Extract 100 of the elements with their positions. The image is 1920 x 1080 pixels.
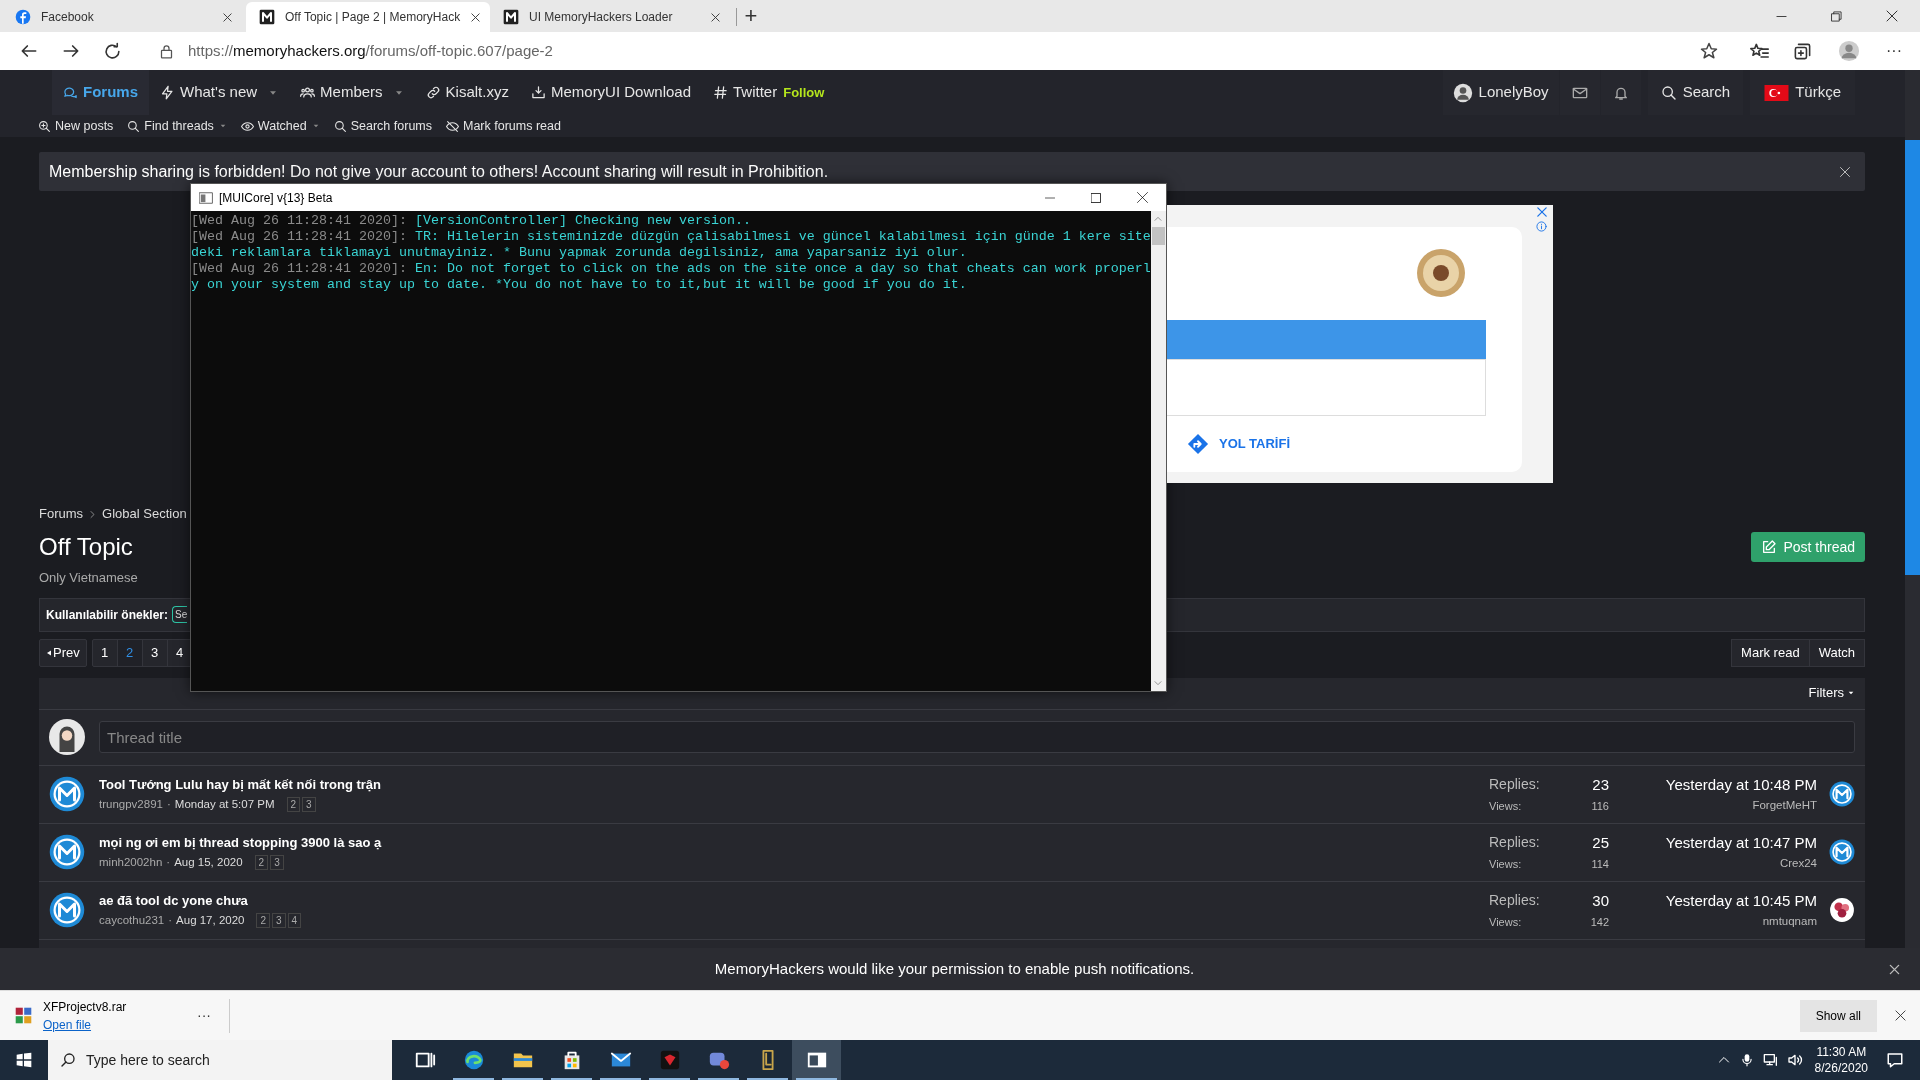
last-poster-name[interactable]: nmtuqnam <box>1762 913 1817 931</box>
page-button[interactable]: 2 <box>117 639 143 666</box>
nav-tab[interactable]: Kisalt.xyz <box>414 70 520 115</box>
scrollbar-thumb[interactable] <box>1905 140 1920 575</box>
users-icon <box>300 85 316 100</box>
nav-tab[interactable]: Twitter Follow <box>702 70 836 115</box>
page-link[interactable]: 2 <box>256 913 271 929</box>
taskbar-search-field[interactable]: Type here to search <box>48 1040 392 1080</box>
close-icon[interactable] <box>222 11 233 23</box>
subnav-link[interactable]: Mark forums read <box>446 116 561 136</box>
browser-tab[interactable]: Off Topic | Page 2 | MemoryHack <box>246 2 490 32</box>
nav-tab[interactable]: What's new <box>149 70 290 115</box>
thread-date: Aug 17, 2020 <box>176 913 245 929</box>
watch-button[interactable]: Watch <box>1809 638 1865 667</box>
link-icon <box>425 85 441 100</box>
address-bar[interactable]: https://memoryhackers.org/forums/off-topic.607/page-2 <box>149 35 1732 67</box>
file-name: XFProjectv8.rar <box>43 998 128 1016</box>
prefix-tag[interactable]: Se <box>172 606 188 623</box>
close-icon[interactable] <box>1886 10 1898 22</box>
prev-button[interactable]: Prev <box>39 638 87 667</box>
subnav-link[interactable]: Watched <box>240 116 320 136</box>
page-link[interactable]: 2 <box>286 797 301 813</box>
nav-tab[interactable]: Forums <box>52 70 149 115</box>
thread-title[interactable]: ae đã tool dc yone chưa <box>99 890 1489 911</box>
microphone-icon[interactable] <box>1739 1052 1754 1068</box>
star-icon[interactable] <box>1700 42 1718 60</box>
filters-button[interactable]: Filters <box>1808 683 1855 703</box>
arrow-down-icon <box>1154 679 1163 687</box>
nav-tab[interactable]: Members <box>289 70 415 115</box>
subnav-link[interactable]: Find threads <box>127 116 227 136</box>
replies-label: Replies: <box>1489 891 1541 911</box>
more-button[interactable]: ··· <box>193 1005 215 1026</box>
last-poster-name[interactable]: Crex24 <box>1779 855 1817 873</box>
bolt-icon <box>160 85 175 100</box>
subnav-link[interactable]: New posts <box>38 116 114 136</box>
new-tab-button[interactable]: + <box>737 2 765 30</box>
scrollbar-thumb[interactable] <box>1151 227 1165 245</box>
thread-title-field[interactable]: Thread title <box>99 721 1855 753</box>
page-link[interactable]: 3 <box>302 797 316 813</box>
page-button[interactable]: 1 <box>92 639 118 666</box>
replies-count: 25 <box>1591 832 1609 853</box>
favicon-icon <box>15 9 31 25</box>
lock-icon <box>159 43 174 59</box>
open-file-link[interactable]: Open file <box>43 1015 92 1034</box>
views-count: 142 <box>1589 915 1609 930</box>
prefix-label: Kullanılabilir önekler: <box>46 606 169 624</box>
maximize-icon[interactable] <box>1091 192 1101 203</box>
subnav-link[interactable]: Search forums <box>333 116 432 136</box>
collections-icon[interactable] <box>1793 41 1812 61</box>
avatar-icon <box>1452 82 1473 103</box>
last-poster-name[interactable]: ForgetMeHT <box>1752 797 1817 815</box>
clock[interactable]: 11:30 AM 8/26/2020 <box>1814 1044 1868 1076</box>
mark-read-button[interactable]: Mark read <box>1731 638 1810 667</box>
refresh-icon[interactable] <box>103 41 122 61</box>
close-icon[interactable] <box>1137 192 1148 203</box>
game-icon[interactable] <box>658 1049 681 1071</box>
views-label: Views: <box>1489 857 1523 872</box>
breadcrumb-link[interactable]: Global Section <box>102 504 187 524</box>
page-button[interactable]: 3 <box>142 639 168 666</box>
thread-title[interactable]: Tool Tướng Lulu hay bị mất kết nối trong trận <box>99 774 1489 795</box>
chevron-up-icon[interactable] <box>1717 1054 1730 1066</box>
breadcrumb-link[interactable]: Forums <box>39 504 84 524</box>
page-link[interactable]: 2 <box>254 855 269 871</box>
favorites-icon[interactable] <box>1750 41 1769 61</box>
zoom-in-icon <box>38 119 51 133</box>
close-icon[interactable] <box>1895 1010 1906 1021</box>
page-link[interactable]: 3 <box>270 855 284 871</box>
profile-icon[interactable] <box>1838 40 1860 62</box>
author-name[interactable]: caycothu231 <box>99 912 165 930</box>
avatar-icon <box>49 834 85 870</box>
separator-text: · <box>166 797 171 813</box>
volume-icon[interactable] <box>1786 1052 1803 1068</box>
separator-text: · <box>166 855 171 871</box>
nav-tab[interactable]: MemoryUI Download <box>519 70 702 115</box>
close-icon[interactable] <box>710 11 721 23</box>
show-all-button[interactable]: Show all <box>1799 999 1877 1032</box>
restore-icon[interactable] <box>1831 10 1842 22</box>
browser-icon[interactable] <box>462 1049 485 1071</box>
close-icon[interactable] <box>470 11 482 23</box>
more-button[interactable]: ··· <box>1880 39 1908 63</box>
views-label: Views: <box>1489 915 1523 930</box>
author-name[interactable]: trungpv2891 <box>99 796 163 814</box>
page-link[interactable]: 4 <box>287 913 302 929</box>
last-post-date[interactable]: Yesterday at 10:45 PM <box>1665 889 1817 913</box>
page-link[interactable]: 3 <box>272 913 286 929</box>
hash-icon <box>713 85 728 100</box>
last-post-date[interactable]: Yesterday at 10:48 PM <box>1665 773 1817 797</box>
close-icon[interactable] <box>1839 165 1851 178</box>
thread-title[interactable]: mọi ng ơi em bị thread stopping 3900 là sao ạ <box>99 832 1489 853</box>
close-icon[interactable] <box>1889 963 1900 975</box>
console-line: [Wed Aug 26 11:28:41 2020]: [VersionController] Checking new version.. <box>191 213 752 229</box>
info-icon[interactable] <box>1536 221 1547 232</box>
notifications-icon[interactable] <box>1886 1051 1904 1069</box>
directions-link[interactable]: YOL TARİFİ <box>1187 433 1291 455</box>
author-name[interactable]: minh2002hn <box>99 854 163 872</box>
replies-count: 30 <box>1591 890 1609 911</box>
scrollbar[interactable] <box>1150 211 1166 691</box>
windows-icon[interactable] <box>16 1052 32 1068</box>
last-post-date[interactable]: Yesterday at 10:47 PM <box>1665 831 1817 855</box>
network-icon[interactable] <box>1762 1052 1779 1068</box>
